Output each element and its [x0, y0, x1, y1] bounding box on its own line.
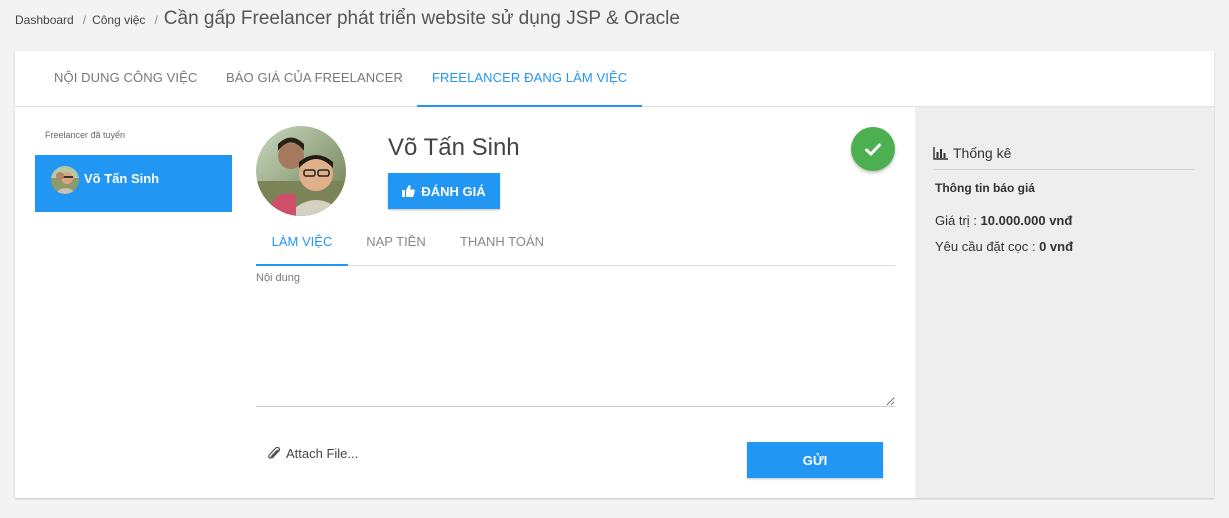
attach-file-button[interactable]: Attach File... [267, 446, 358, 461]
deposit-value: 0 vnđ [1039, 239, 1074, 254]
freelancer-name: Võ Tấn Sinh [388, 134, 520, 161]
rate-button[interactable]: ĐÁNH GIÁ [388, 173, 500, 209]
avatar [51, 166, 79, 194]
attach-file-label: Attach File... [286, 446, 359, 461]
breadcrumb: Dashboard / Công việc / Cần gấp Freelanc… [15, 8, 680, 30]
tab-work[interactable]: LÀM VIỆC [256, 221, 348, 266]
quote-info-label: Thông tin báo giá [935, 181, 1035, 195]
hired-freelancers-label: Freelancer đã tuyển [45, 130, 126, 140]
job-card: NỘI DUNG CÔNG VIỆC BÁO GIÁ CỦA FREELANCE… [15, 51, 1214, 498]
stats-panel [915, 107, 1214, 498]
stats-title: Thống kê [933, 145, 1011, 161]
bar-chart-icon [933, 146, 948, 160]
stats-title-text: Thống kê [953, 145, 1012, 161]
deposit-label: Yêu cầu đặt cọc : [935, 239, 1036, 254]
sidebar-item-label: Võ Tấn Sinh [84, 171, 160, 186]
send-button[interactable]: GỬI [747, 442, 883, 478]
check-icon [865, 143, 881, 155]
quote-value: 10.000.000 vnđ [980, 213, 1073, 228]
quote-value-label: Giá trị : [935, 213, 977, 228]
deposit-row: Yêu cầu đặt cọc : 0 vnđ [935, 239, 1073, 254]
hired-status-badge [851, 127, 895, 171]
tab-payment[interactable]: THANH TOÁN [444, 221, 560, 266]
tab-job-content[interactable]: NỘI DUNG CÔNG VIỆC [54, 51, 197, 107]
tab-deposit[interactable]: NẠP TIỀN [348, 221, 444, 266]
breadcrumb-separator: / [154, 13, 158, 27]
breadcrumb-separator: / [82, 13, 87, 27]
tab-freelancer-quotes[interactable]: BÁO GIÁ CỦA FREELANCER [226, 51, 403, 107]
quote-value-row: Giá trị : 10.000.000 vnđ [935, 213, 1072, 228]
profile-avatar [256, 126, 346, 216]
profile-photo-icon [256, 126, 346, 216]
rate-button-label: ĐÁNH GIÁ [421, 183, 486, 199]
main-tabs: NỘI DUNG CÔNG VIỆC BÁO GIÁ CỦA FREELANCE… [15, 51, 1214, 107]
thumbs-up-icon [402, 185, 416, 197]
page-title: Cần gấp Freelancer phát triển website sử… [163, 8, 680, 29]
breadcrumb-jobs[interactable]: Công việc [92, 13, 145, 27]
breadcrumb-dashboard[interactable]: Dashboard [15, 13, 74, 27]
sidebar-item-freelancer[interactable]: Võ Tấn Sinh [35, 155, 232, 212]
avatar-photo-icon [51, 166, 79, 194]
tab-working-freelancer[interactable]: FREELANCER ĐANG LÀM VIỆC [417, 51, 643, 107]
work-tabs: LÀM VIỆC NẠP TIỀN THANH TOÁN [256, 221, 895, 266]
paperclip-icon [268, 446, 281, 459]
content-input[interactable] [256, 269, 895, 407]
stats-divider [933, 169, 1195, 170]
